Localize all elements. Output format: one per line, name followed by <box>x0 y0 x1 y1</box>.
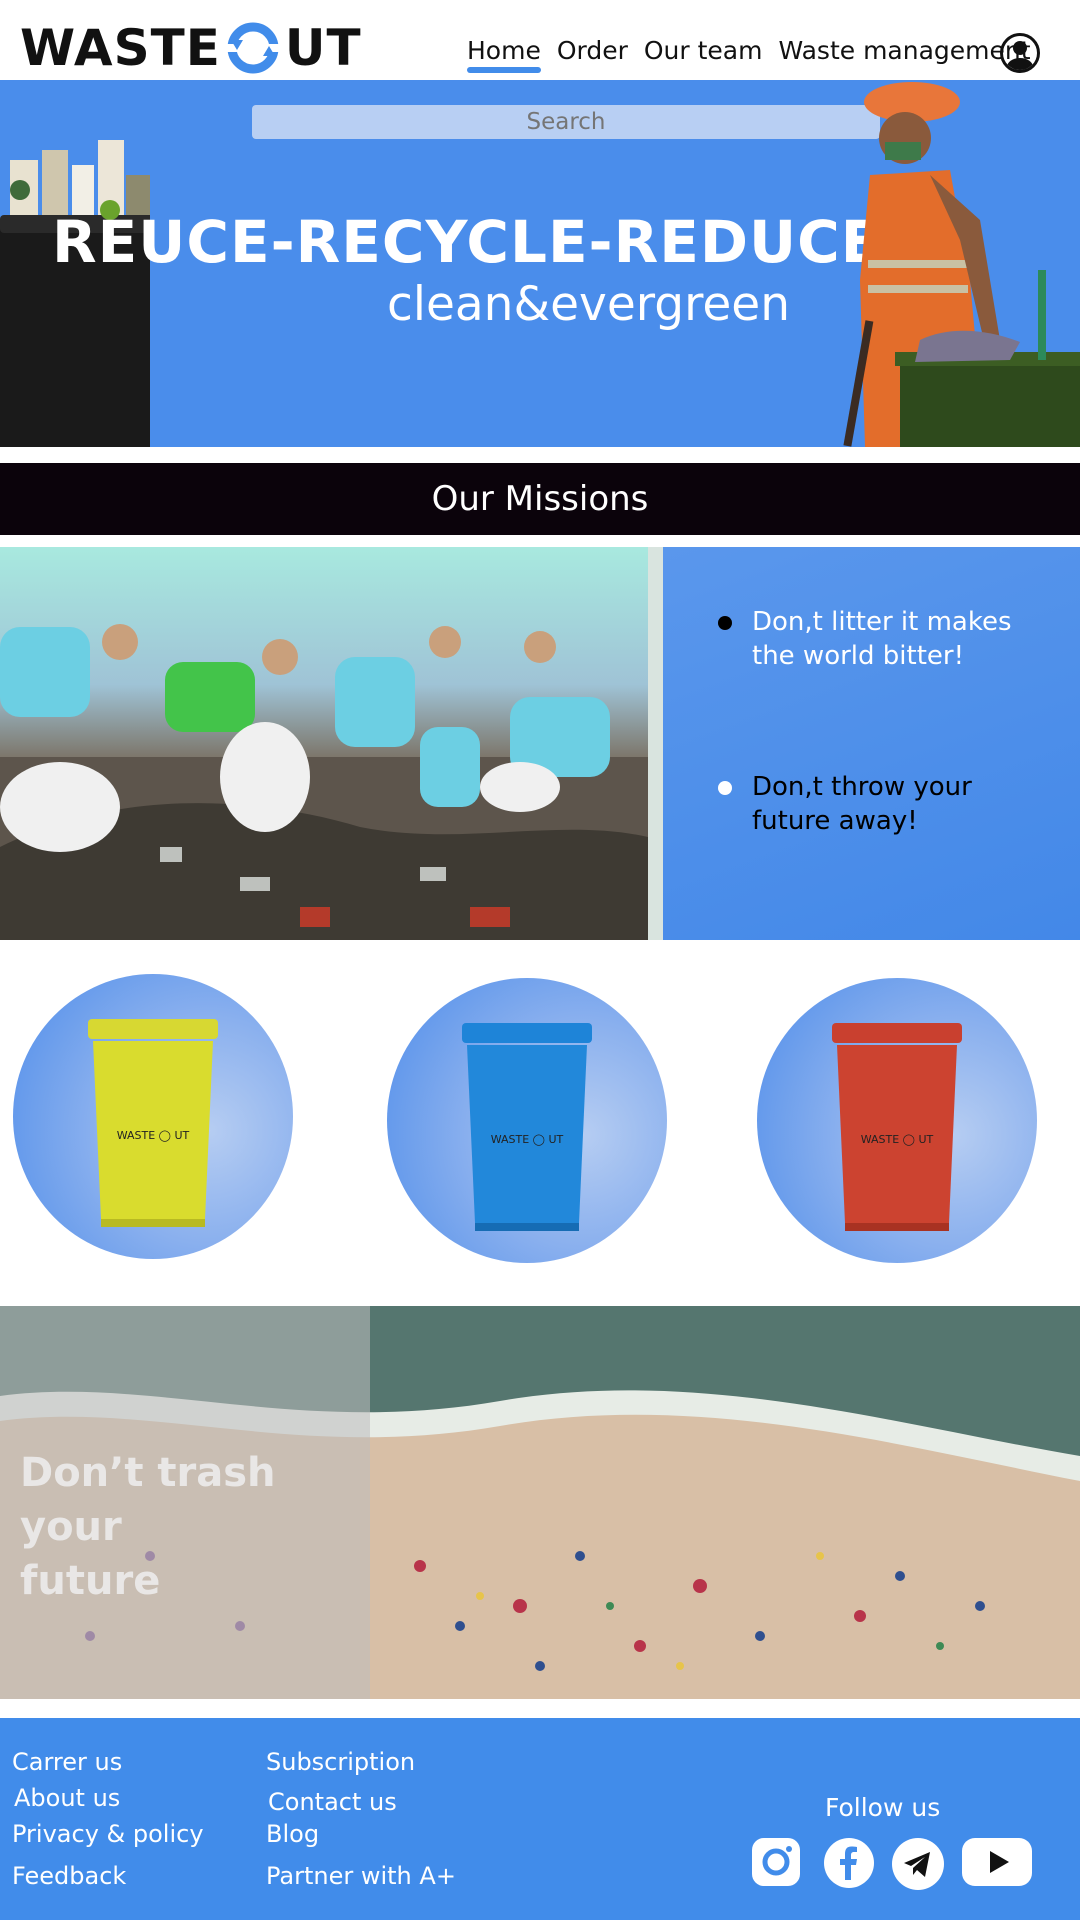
banner-line: Don’t trash your <box>20 1450 276 1550</box>
follow-label: Follow us <box>825 1793 941 1822</box>
bullet-icon <box>718 616 732 630</box>
divider <box>648 547 663 940</box>
footer-link-contact[interactable]: Contact us <box>268 1788 397 1816</box>
beach-banner: Don’t trash your future <box>0 1306 1080 1699</box>
mission-text: Don,t throw your <box>752 772 972 802</box>
footer-link-partner[interactable]: Partner with A+ <box>266 1862 456 1890</box>
user-circle-icon[interactable] <box>1000 33 1040 73</box>
svg-text:WASTE ◯ UT: WASTE ◯ UT <box>117 1129 190 1142</box>
blue-bin-icon: WASTE ◯ UT <box>462 1023 592 1231</box>
red-bin-card[interactable]: WASTE ◯ UT <box>757 978 1037 1263</box>
main-nav: Home Order Our team Waste management <box>467 36 1031 73</box>
logo-text-left: WASTE <box>20 19 221 77</box>
search-input[interactable] <box>252 105 880 139</box>
logo-text-right: UT <box>284 19 362 77</box>
footer-link-subscription[interactable]: Subscription <box>266 1748 415 1776</box>
svg-text:WASTE ◯ UT: WASTE ◯ UT <box>861 1133 934 1146</box>
mission-item: Don,t throw your future away! <box>718 770 972 838</box>
footer-link-careers[interactable]: Carrer us <box>12 1748 122 1776</box>
mission-text: the world bitter! <box>752 641 965 671</box>
nav-our-team[interactable]: Our team <box>644 36 763 71</box>
bullet-icon <box>718 781 732 795</box>
yellow-bin-icon: WASTE ◯ UT <box>88 1019 218 1227</box>
nav-order[interactable]: Order <box>557 36 628 71</box>
nav-home[interactable]: Home <box>467 36 541 73</box>
footer-link-feedback[interactable]: Feedback <box>12 1862 126 1890</box>
telegram-icon[interactable] <box>892 1838 944 1890</box>
banner-line: future <box>20 1558 161 1604</box>
missions-panel: Don,t litter it makes the world bitter! … <box>663 547 1080 940</box>
yellow-bin-card[interactable]: WASTE ◯ UT <box>13 974 293 1259</box>
footer-link-blog[interactable]: Blog <box>266 1820 319 1848</box>
sanitation-worker-image <box>843 82 1080 447</box>
mission-item: Don,t litter it makes the world bitter! <box>718 605 1012 673</box>
mission-text: future away! <box>752 806 918 836</box>
svg-text:WASTE ◯ UT: WASTE ◯ UT <box>491 1133 564 1146</box>
banner-text: Don’t trash your future <box>20 1446 360 1608</box>
red-bin-icon: WASTE ◯ UT <box>832 1023 962 1231</box>
overflowing-bin-image <box>0 140 150 447</box>
blue-bin-card[interactable]: WASTE ◯ UT <box>387 978 667 1263</box>
hero-subtitle: clean&evergreen <box>387 277 790 332</box>
header: WASTE UT Home Order Our team Waste manag… <box>0 0 1080 80</box>
beach-cleanup-photo <box>0 547 648 940</box>
recycle-ring-icon <box>226 22 279 74</box>
footer-link-privacy[interactable]: Privacy & policy <box>12 1820 204 1848</box>
instagram-icon[interactable] <box>752 1838 800 1886</box>
hero-banner: REUCE-RECYCLE-REDUCE clean&evergreen <box>0 80 1080 447</box>
mission-text: Don,t litter it makes <box>752 607 1012 637</box>
footer: Carrer us About us Privacy & policy Feed… <box>0 1718 1080 1920</box>
logo[interactable]: WASTE UT <box>20 18 362 78</box>
nav-waste-management[interactable]: Waste management <box>778 36 1030 71</box>
missions-heading: Our Missions <box>0 463 1080 535</box>
youtube-icon[interactable] <box>962 1838 1032 1886</box>
facebook-icon[interactable] <box>824 1838 874 1888</box>
hero-title: REUCE-RECYCLE-REDUCE <box>52 208 882 276</box>
footer-link-about[interactable]: About us <box>14 1784 120 1812</box>
